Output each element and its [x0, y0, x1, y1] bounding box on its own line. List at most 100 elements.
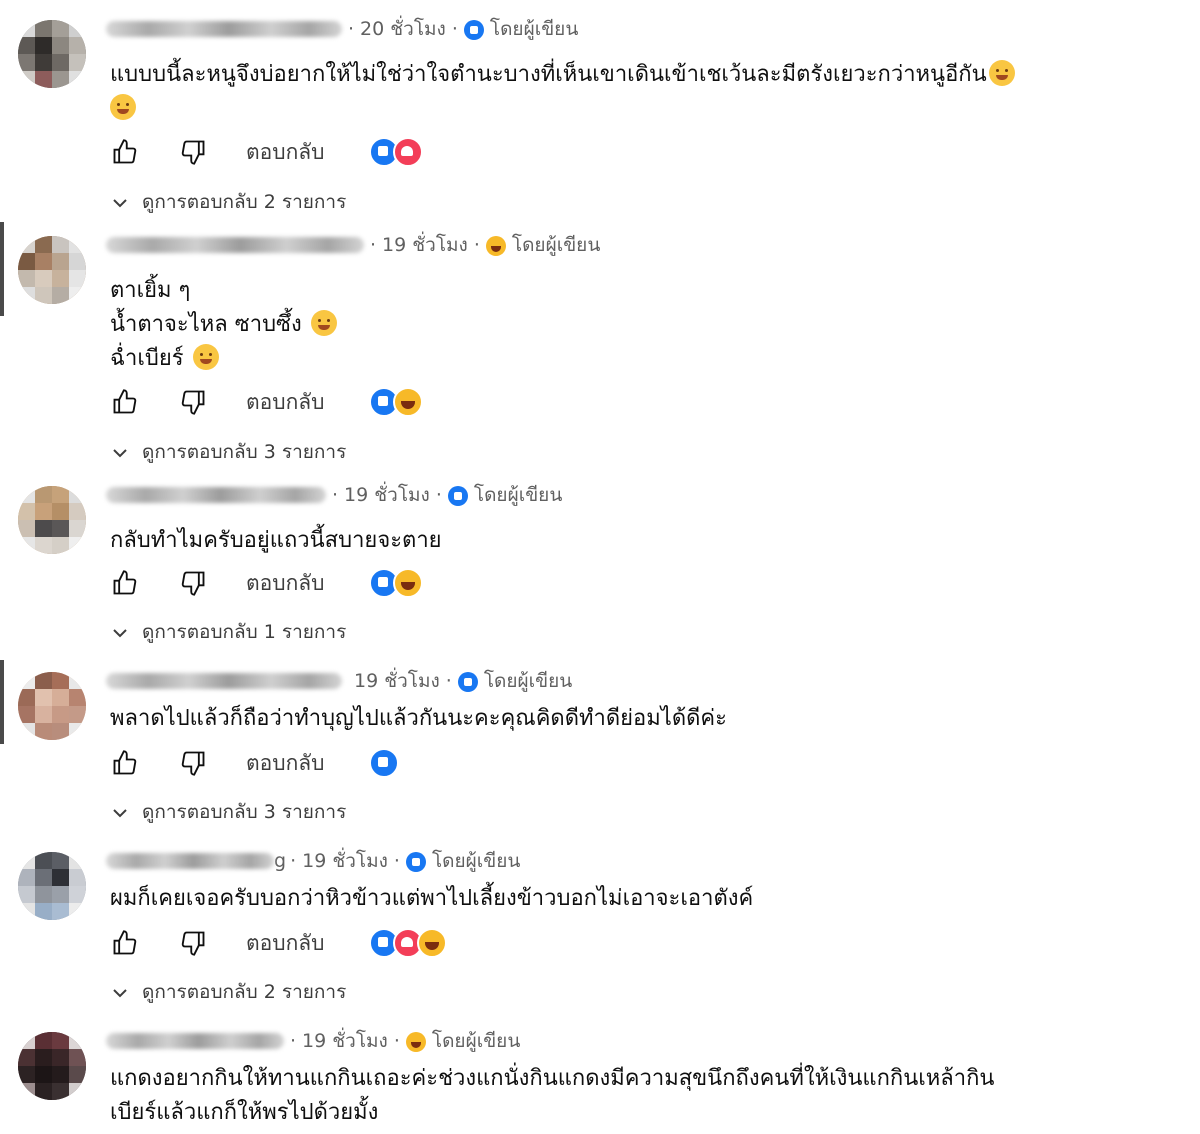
comment-time[interactable]: 19 ชั่วโมง: [302, 1026, 388, 1056]
reply-button[interactable]: ตอบกลับ: [246, 386, 325, 419]
author-name-blurred[interactable]: [106, 487, 326, 503]
comment-line-text: แบบบนี้ละหนูจึงบ่อยากให้ไม่ใช่ว่าใจตำนะบ…: [110, 62, 987, 87]
view-replies-button[interactable]: ดูการตอบกลับ 1 รายการ: [108, 618, 346, 646]
avatar[interactable]: [18, 672, 86, 740]
author-badge: โดยผู้เขียน: [457, 666, 573, 696]
view-replies-label: ดูการตอบกลับ 2 รายการ: [142, 191, 347, 213]
haha-reaction-icon: [392, 387, 423, 417]
author-badge-label: โดยผู้เขียน: [483, 670, 573, 692]
comment-meta: 19 ชั่วโมง · โดยผู้เขียน: [106, 666, 578, 696]
author-badge: โดยผู้เขียน: [463, 14, 578, 44]
comment-line: ผมก็เคยเจอครับบอกว่าหิวข้าวแต่พาไปเลี้ยง…: [110, 886, 754, 911]
separator: ·: [290, 1030, 297, 1052]
comment-line: เบียร์แล้วแกก็ให้พรไปด้วยมั้ง: [110, 1100, 379, 1125]
comment-actions: ตอบกลับ: [108, 135, 423, 169]
author-badge-label: โดยผู้เขียน: [431, 1030, 521, 1052]
reaction-summary[interactable]: [368, 928, 447, 958]
separator: ·: [393, 850, 400, 872]
separator: ·: [445, 670, 452, 692]
avatar[interactable]: [18, 20, 86, 88]
comment-meta: · 19 ชั่วโมง · โดยผู้เขียน: [106, 230, 606, 260]
reply-button[interactable]: ตอบกลับ: [246, 136, 325, 169]
like-thumb-icon[interactable]: [108, 566, 142, 600]
dislike-thumb-icon[interactable]: [176, 926, 210, 960]
author-badge: โดยผู้เขียน: [485, 230, 600, 260]
author-name-blurred[interactable]: [106, 21, 342, 37]
comment-meta: · 19 ชั่วโมง · โดยผู้เขียน: [106, 480, 568, 510]
view-replies-button[interactable]: ดูการตอบกลับ 3 รายการ: [108, 438, 346, 466]
separator: ·: [393, 1030, 400, 1052]
comment-line: แบบบนี้ละหนูจึงบ่อยากให้ไม่ใช่ว่าใจตำนะบ…: [110, 58, 1015, 92]
avatar[interactable]: [18, 852, 86, 920]
author-badge-icon: [463, 19, 484, 40]
dislike-thumb-icon[interactable]: [176, 385, 210, 419]
comment-line: พลาดไปแล้วก็ถือว่าทำบุญไปแล้วกันนะคะคุณค…: [110, 706, 727, 731]
comment-line: [110, 92, 1015, 126]
comment-text: ตาเยิ้ม ๆ น้ำตาจะไหล ซาบซึ้ง ฉ่ำเบียร์: [110, 274, 337, 376]
author-name-blurred[interactable]: [106, 1033, 284, 1049]
comment-meta: · 19 ชั่วโมง · โดยผู้เขียน: [106, 1026, 526, 1056]
comment-time[interactable]: 19 ชั่วโมง: [354, 666, 440, 696]
chevron-down-icon: [112, 801, 128, 823]
comment-line: แกดงอยากกินให้ทานแกกินเถอะค่ะช่วงแกนั่งก…: [110, 1066, 995, 1091]
hushed-emoji-icon: [192, 344, 219, 370]
reaction-summary[interactable]: [368, 748, 399, 778]
view-replies-label: ดูการตอบกลับ 3 รายการ: [142, 441, 347, 463]
view-replies-label: ดูการตอบกลับ 2 รายการ: [142, 981, 347, 1003]
separator: ·: [332, 484, 339, 506]
like-thumb-icon[interactable]: [108, 926, 142, 960]
comment-line: น้ำตาจะไหล ซาบซึ้ง: [110, 308, 337, 342]
avatar[interactable]: [18, 1032, 86, 1100]
avatar[interactable]: [18, 236, 86, 304]
comment-time[interactable]: 19 ชั่วโมง: [382, 230, 468, 260]
comment-meta: · 20 ชั่วโมง · โดยผู้เขียน: [106, 14, 584, 44]
comment-line-text: น้ำตาจะไหล ซาบซึ้ง: [110, 312, 302, 337]
comment-text: กลับทำไมครับอยู่แถวนี้สบายจะตาย: [110, 524, 442, 558]
reaction-summary[interactable]: [368, 568, 423, 598]
comment-actions: ตอบกลับ: [108, 385, 423, 419]
comment-actions: ตอบกลับ: [108, 746, 399, 780]
reply-button[interactable]: ตอบกลับ: [246, 927, 325, 960]
author-badge-label: โดยผู้เขียน: [473, 484, 563, 506]
reply-button[interactable]: ตอบกลับ: [246, 747, 325, 780]
like-thumb-icon[interactable]: [108, 385, 142, 419]
author-name-suffix: g: [274, 850, 287, 872]
view-replies-button[interactable]: ดูการตอบกลับ 2 รายการ: [108, 188, 346, 216]
comment-meta: g · 19 ชั่วโมง · โดยผู้เขียน: [106, 846, 526, 876]
author-name-blurred[interactable]: [106, 237, 364, 253]
author-badge-icon: [447, 485, 468, 506]
reply-button[interactable]: ตอบกลับ: [246, 567, 325, 600]
view-replies-button[interactable]: ดูการตอบกลับ 2 รายการ: [108, 978, 346, 1006]
comment-line: ตาเยิ้ม ๆ: [110, 278, 191, 303]
comment-time[interactable]: 19 ชั่วโมง: [344, 480, 430, 510]
separator: ·: [370, 234, 377, 256]
hushed-emoji-icon: [310, 310, 337, 336]
reaction-summary[interactable]: [368, 137, 423, 167]
like-thumb-icon[interactable]: [108, 746, 142, 780]
comment-time[interactable]: 19 ชั่วโมง: [302, 846, 388, 876]
comment-line: ฉ่ำเบียร์: [110, 342, 337, 376]
view-replies-button[interactable]: ดูการตอบกลับ 3 รายการ: [108, 798, 346, 826]
view-replies-label: ดูการตอบกลับ 3 รายการ: [142, 801, 347, 823]
comment-time[interactable]: 20 ชั่วโมง: [360, 14, 446, 44]
love-reaction-icon: [392, 137, 423, 167]
author-name-blurred[interactable]: [106, 673, 342, 689]
comment-text: แกดงอยากกินให้ทานแกกินเถอะค่ะช่วงแกนั่งก…: [110, 1062, 994, 1130]
like-thumb-icon[interactable]: [108, 135, 142, 169]
dislike-thumb-icon[interactable]: [176, 566, 210, 600]
separator: ·: [451, 18, 458, 40]
avatar[interactable]: [18, 486, 86, 554]
author-badge-icon: [405, 851, 426, 872]
reaction-summary[interactable]: [368, 387, 423, 417]
comment-text: ผมก็เคยเจอครับบอกว่าหิวข้าวแต่พาไปเลี้ยง…: [110, 882, 753, 916]
dislike-thumb-icon[interactable]: [176, 135, 210, 169]
author-badge-icon: [405, 1031, 426, 1052]
view-replies-label: ดูการตอบกลับ 1 รายการ: [142, 621, 347, 643]
author-name-blurred[interactable]: [106, 853, 274, 869]
haha-reaction-icon: [416, 928, 447, 958]
smile-emoji-icon: [110, 94, 136, 120]
dislike-thumb-icon[interactable]: [176, 746, 210, 780]
separator: ·: [290, 850, 297, 872]
chevron-down-icon: [112, 191, 128, 213]
like-reaction-icon: [368, 748, 399, 778]
